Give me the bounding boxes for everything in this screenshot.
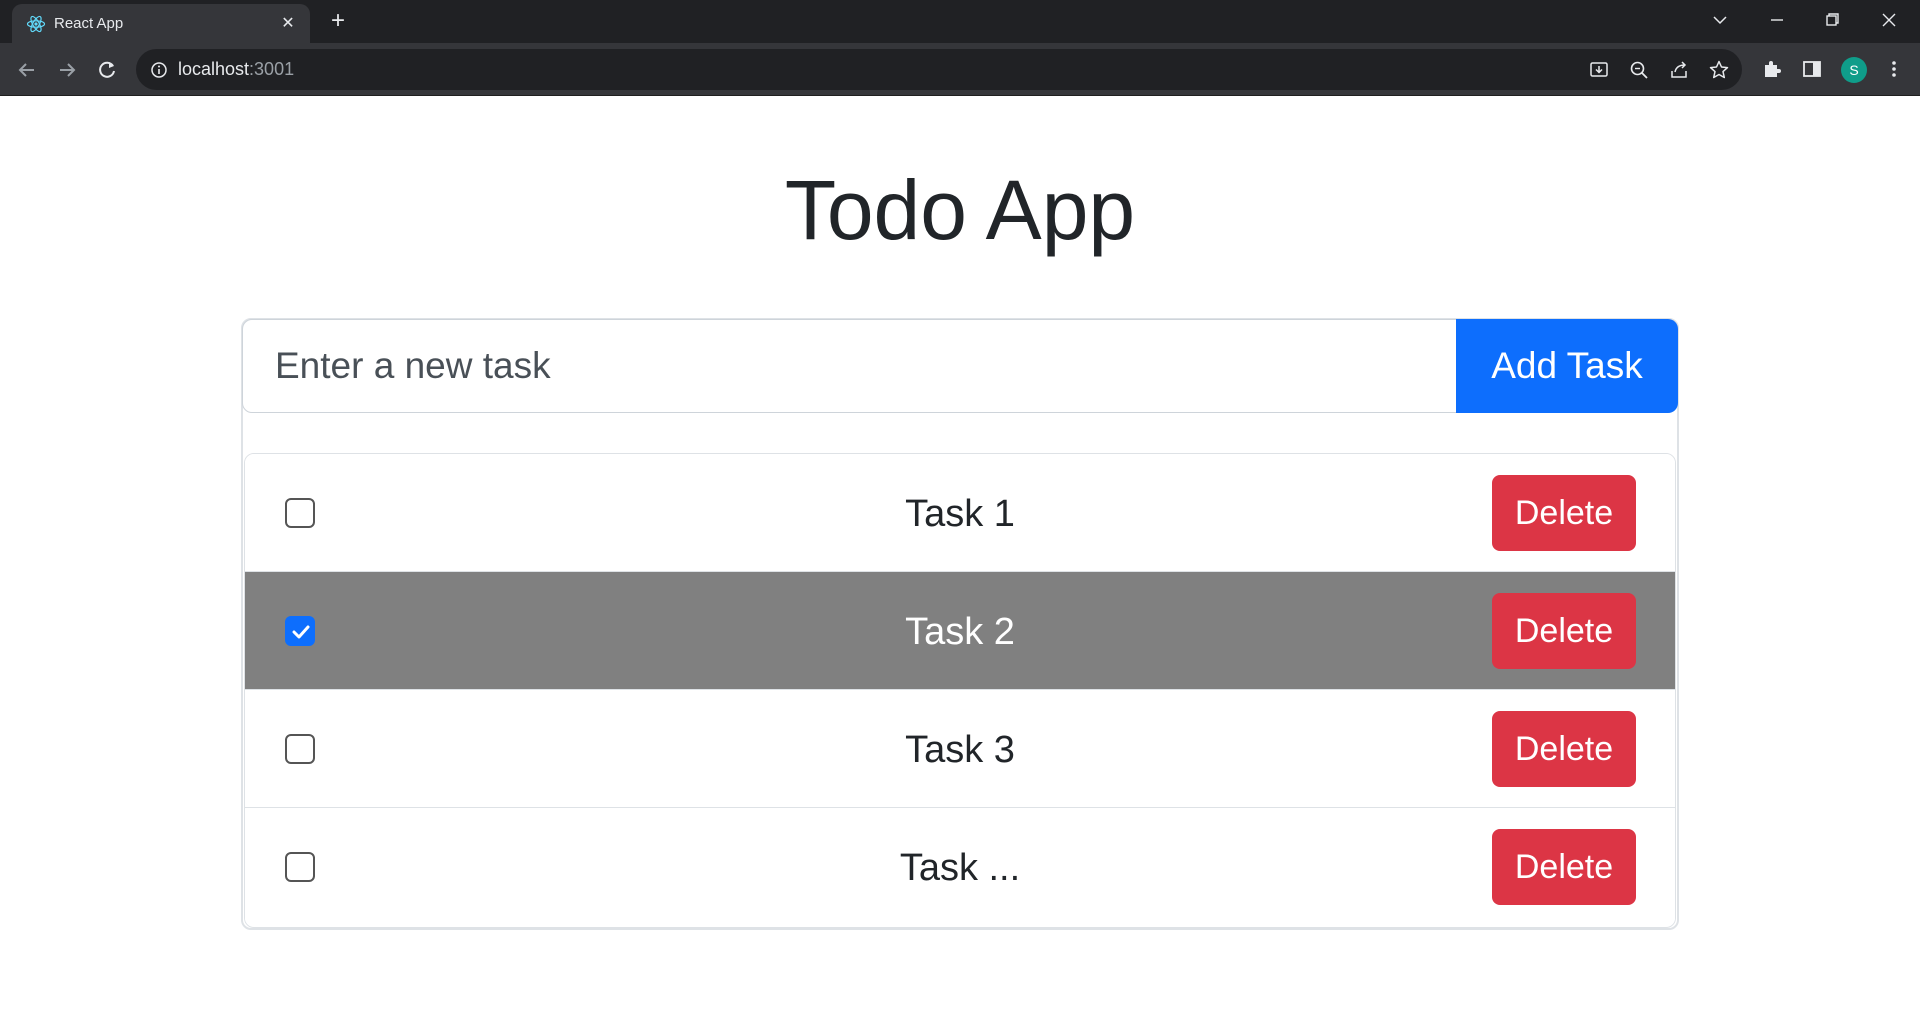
delete-button[interactable]: Delete	[1492, 829, 1636, 905]
reload-icon[interactable]	[94, 57, 120, 83]
address-bar[interactable]: localhost:3001	[136, 49, 1742, 90]
restore-icon[interactable]	[1818, 8, 1846, 32]
task-row: Task 2 Delete	[245, 572, 1675, 690]
page-title: Todo App	[784, 163, 1136, 257]
back-arrow-icon[interactable]	[14, 57, 40, 83]
chevron-down-icon[interactable]	[1706, 8, 1734, 32]
task-row: Task 3 Delete	[245, 690, 1675, 808]
url-host: localhost	[178, 59, 250, 79]
star-icon[interactable]	[1708, 59, 1730, 81]
task-label: Task ...	[899, 847, 1021, 889]
zoom-icon[interactable]	[1628, 59, 1650, 81]
delete-button[interactable]: Delete	[1492, 593, 1636, 669]
new-tab-button[interactable]: +	[326, 9, 350, 34]
more-menu-icon[interactable]	[1882, 57, 1906, 81]
delete-button[interactable]: Delete	[1492, 711, 1636, 787]
task-label: Task 3	[905, 729, 1015, 771]
task-row: Task ... Delete	[245, 808, 1675, 926]
task-label: Task 2	[905, 611, 1015, 653]
url-text: localhost:3001	[178, 58, 294, 80]
browser-tab[interactable]: React App ✕	[12, 4, 310, 43]
task-row: Task 1 Delete	[245, 454, 1675, 572]
url-port: :3001	[249, 59, 295, 79]
tab-title: React App	[54, 15, 124, 32]
extensions-icon[interactable]	[1760, 57, 1784, 81]
task-label: Task 1	[905, 493, 1015, 535]
window-close-icon[interactable]	[1875, 8, 1903, 32]
close-icon[interactable]: ✕	[278, 14, 298, 34]
browser-toolbar: localhost:3001 S	[0, 43, 1920, 96]
profile-avatar[interactable]: S	[1841, 57, 1867, 83]
info-icon[interactable]	[150, 61, 168, 79]
task-list: Task 1 Delete Task 2 Delete Task 3 Delet…	[244, 453, 1676, 928]
react-icon	[26, 14, 46, 34]
new-task-form: Add Task	[242, 319, 1678, 413]
new-task-input[interactable]	[242, 319, 1457, 413]
add-task-button[interactable]: Add Task	[1456, 319, 1678, 413]
share-icon[interactable]	[1668, 59, 1690, 81]
side-panel-icon[interactable]	[1800, 57, 1824, 81]
browser-tab-bar: React App ✕ +	[0, 0, 1920, 43]
delete-button[interactable]: Delete	[1492, 475, 1636, 551]
minimize-icon[interactable]	[1763, 8, 1791, 32]
forward-arrow-icon[interactable]	[54, 57, 80, 83]
install-app-icon[interactable]	[1588, 59, 1610, 81]
